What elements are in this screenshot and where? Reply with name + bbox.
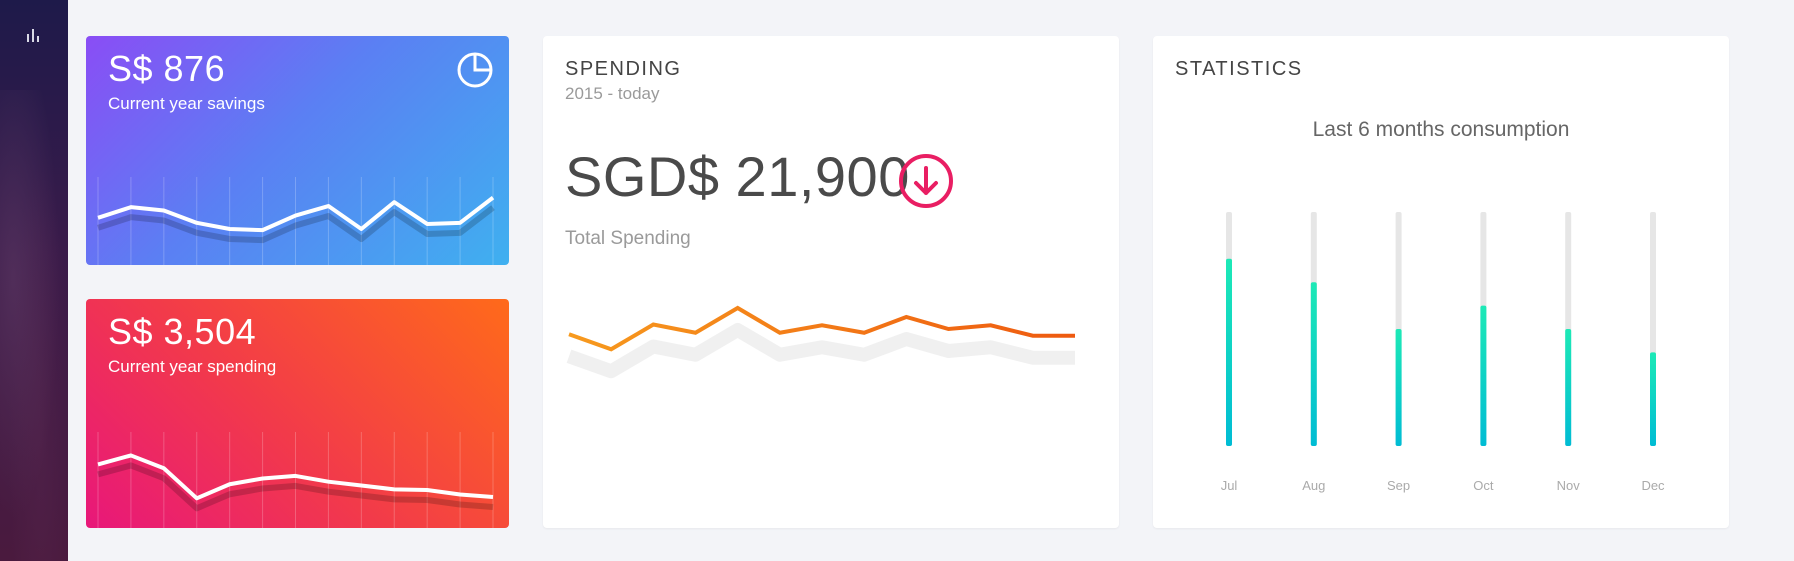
spending-amount: SGD$ 21,900 bbox=[565, 145, 910, 208]
spending-panel: SPENDING 2015 - today SGD$ 21,900 Total … bbox=[543, 36, 1119, 528]
x-tick-label: Oct bbox=[1473, 478, 1494, 493]
savings-label: Current year savings bbox=[108, 94, 265, 113]
spending-line-shadow bbox=[566, 323, 1075, 379]
sidebar bbox=[0, 0, 68, 561]
spending-sparkline bbox=[97, 432, 494, 528]
x-tick-label: Aug bbox=[1302, 478, 1325, 493]
bar-oct bbox=[1480, 305, 1487, 446]
x-tick-label: Dec bbox=[1641, 478, 1665, 493]
bar-sep bbox=[1395, 329, 1402, 446]
sidebar-background-image bbox=[0, 90, 68, 561]
arrow-down-circle-icon bbox=[899, 154, 953, 208]
spending-value: S$ 3,504 bbox=[108, 311, 257, 352]
x-tick-label: Jul bbox=[1221, 478, 1238, 493]
x-tick-label: Sep bbox=[1387, 478, 1410, 493]
savings-card: S$ 876 Current year savings bbox=[86, 36, 509, 265]
consumption-bar-chart: Jul Aug Sep Oct Nov Dec bbox=[1221, 212, 1665, 493]
statistics-panel: STATISTICS Last 6 months consumption Jul… bbox=[1153, 36, 1729, 528]
spending-card: S$ 3,504 Current year spending bbox=[86, 299, 509, 528]
chart-title: Last 6 months consumption bbox=[1312, 118, 1570, 141]
savings-sparkline bbox=[97, 177, 495, 265]
bar-chart-icon[interactable] bbox=[24, 26, 42, 44]
bar-jul bbox=[1226, 258, 1232, 446]
x-tick-label: Nov bbox=[1557, 478, 1581, 493]
bar-dec bbox=[1650, 352, 1656, 446]
statistics-title: STATISTICS bbox=[1175, 58, 1303, 80]
spending-subtitle: 2015 - today bbox=[565, 84, 660, 103]
total-spending-caption: Total Spending bbox=[565, 228, 691, 249]
spending-label: Current year spending bbox=[108, 357, 277, 376]
pie-chart-icon bbox=[457, 52, 493, 88]
spending-title: SPENDING bbox=[565, 58, 682, 80]
bar-aug bbox=[1310, 282, 1317, 446]
savings-value: S$ 876 bbox=[108, 48, 226, 89]
bar-nov bbox=[1565, 329, 1572, 446]
spending-line-chart bbox=[566, 305, 1075, 379]
